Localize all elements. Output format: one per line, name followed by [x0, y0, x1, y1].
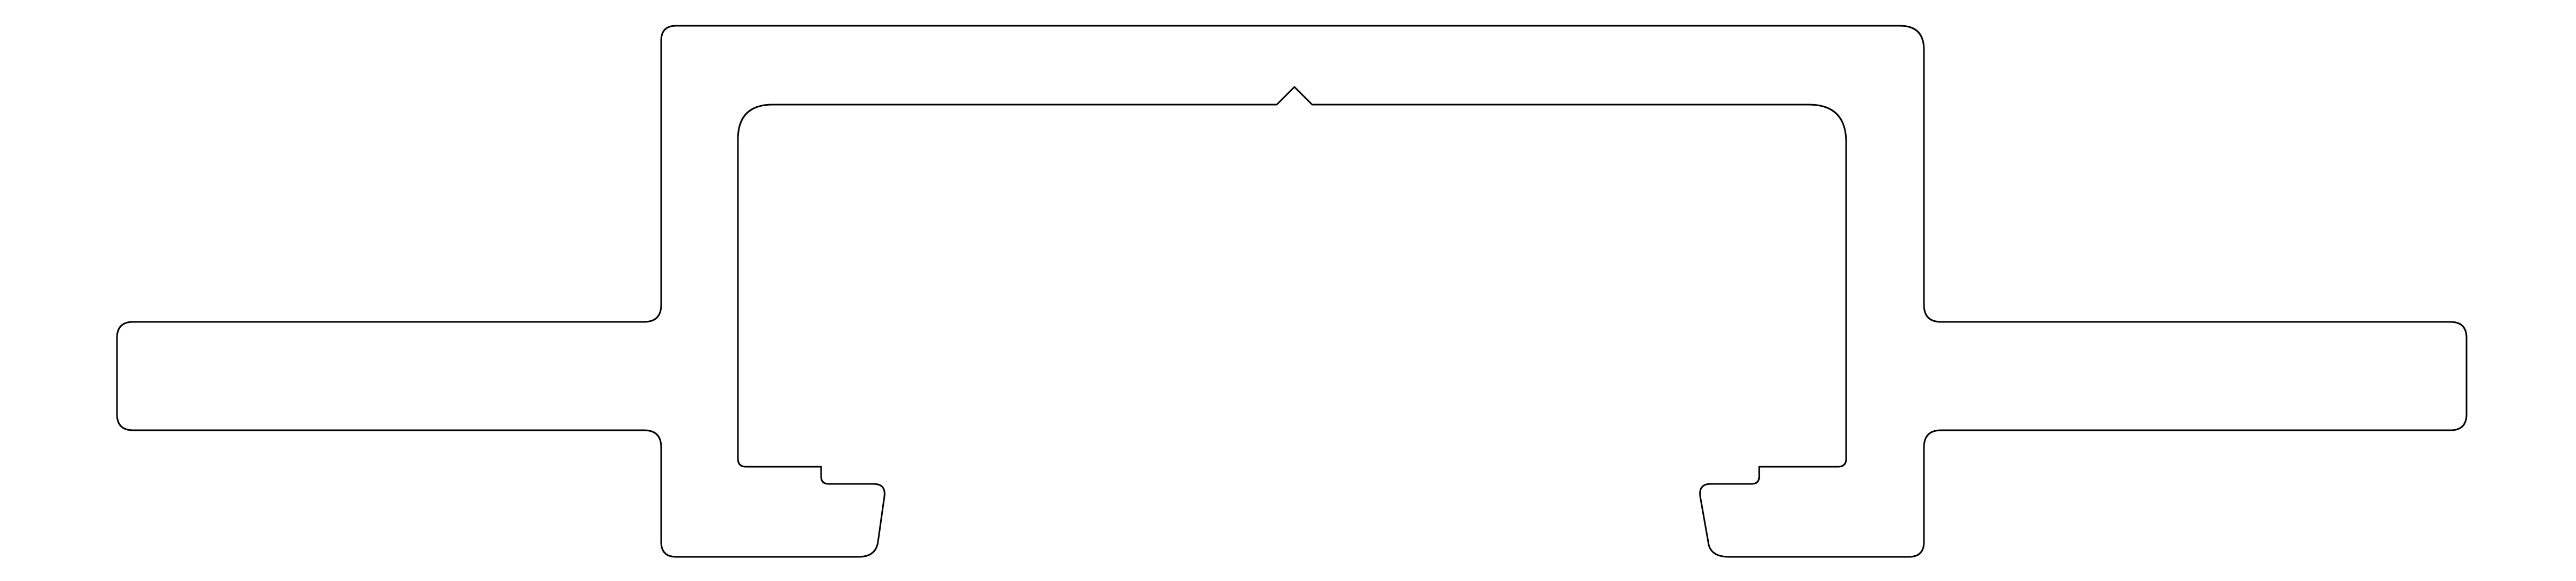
- extrusion-profile-drawing: [0, 0, 2576, 581]
- drawing-background: [0, 0, 2576, 581]
- drawing-canvas: [0, 0, 2576, 581]
